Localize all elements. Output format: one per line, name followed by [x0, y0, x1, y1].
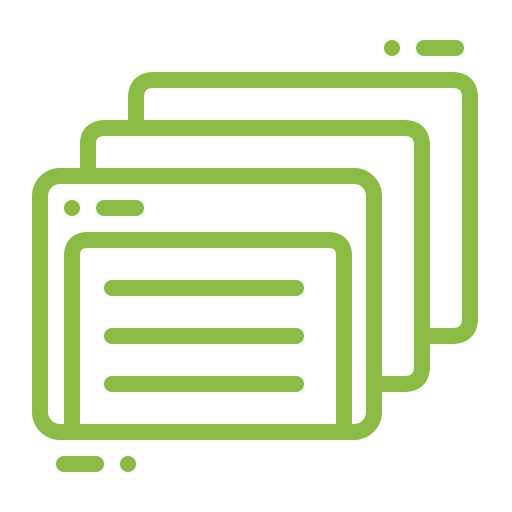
decor-dot-top — [384, 40, 400, 56]
stacked-windows-icon — [0, 0, 512, 512]
stacked-windows-illustration — [32, 40, 478, 472]
front-window-dot — [64, 200, 80, 216]
decor-dot-bottom — [120, 456, 136, 472]
front-window — [32, 168, 382, 440]
